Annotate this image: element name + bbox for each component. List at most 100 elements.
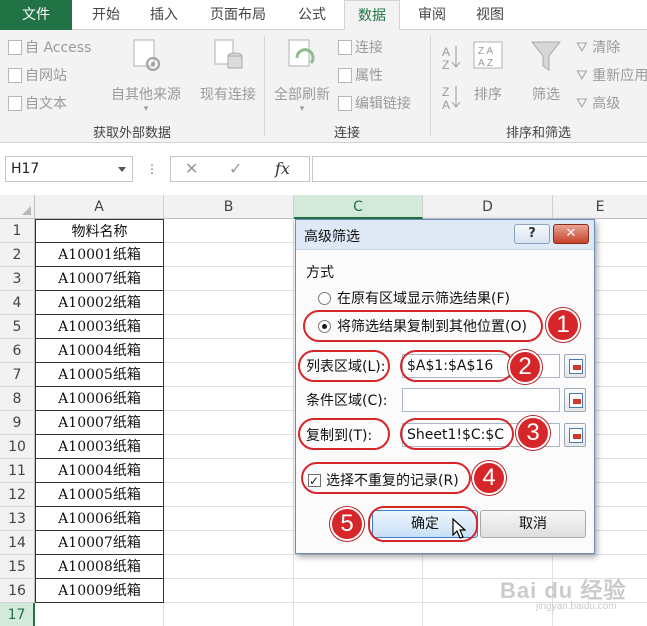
sort-az-icon[interactable]: A Z Z A [440,40,464,110]
row-header-4[interactable]: 4 [0,291,35,315]
tab-file[interactable]: 文件 [0,0,72,30]
formula-input[interactable] [312,156,647,182]
row-header-8[interactable]: 8 [0,387,35,411]
tab-data[interactable]: 数据 [344,0,400,31]
svg-text:Z A: Z A [478,46,493,57]
mode-section-label: 方式 [306,265,334,281]
properties-label: 属性 [355,68,383,84]
tab-page-layout[interactable]: 页面布局 [196,0,280,30]
sort-icon: Z A A Z [473,41,503,69]
cell-a4[interactable]: A10002纸箱 [35,291,164,315]
cell-a13[interactable]: A10006纸箱 [35,507,164,531]
radio-filter-in-place[interactable]: 在原有区域显示筛选结果(F) [318,288,510,310]
cancel-icon[interactable]: ✕ [185,159,198,178]
close-button[interactable]: ✕ [553,224,589,244]
svg-text:A: A [442,45,450,59]
advanced-filter-button[interactable]: ⛛ 高级 [576,94,620,114]
refresh-icon [288,39,315,67]
cell-a12[interactable]: A10005纸箱 [35,483,164,507]
cell-a2[interactable]: A10001纸箱 [35,243,164,267]
from-web-button[interactable]: 自网站 [8,66,67,86]
column-header-e[interactable]: E [553,195,647,219]
row-header-2[interactable]: 2 [0,243,35,267]
advanced-filter-icon: ⛛ [576,96,588,112]
criteria-range-input[interactable] [402,388,560,412]
annotation-highlight-2 [298,350,390,382]
row-header-14[interactable]: 14 [0,531,35,555]
reapply-filter-button[interactable]: ⛛ 重新应用 [576,66,647,86]
row-header-17[interactable]: 17 [0,603,35,626]
copy-to-collapse-icon[interactable] [564,423,586,447]
svg-text:Z: Z [442,85,449,99]
column-header-c[interactable]: C [294,195,423,219]
annotation-badge-2: 2 [508,350,542,384]
row-header-9[interactable]: 9 [0,411,35,435]
filter-button[interactable]: 筛选 [526,38,566,104]
column-header-b[interactable]: B [164,195,294,219]
row-header-15[interactable]: 15 [0,555,35,579]
tab-view[interactable]: 视图 [462,0,518,30]
tab-review[interactable]: 审阅 [404,0,460,30]
row-header-11[interactable]: 11 [0,459,35,483]
row-header-5[interactable]: 5 [0,315,35,339]
row-header-6[interactable]: 6 [0,339,35,363]
existing-connections-button[interactable]: 现有连接 [196,38,260,104]
refresh-all-label: 全部刷新 [274,87,330,103]
row-header-1[interactable]: 1 [0,219,35,243]
row-header-10[interactable]: 10 [0,435,35,459]
cell-a7[interactable]: A10005纸箱 [35,363,164,387]
row-header-13[interactable]: 13 [0,507,35,531]
annotation-highlight-2b [400,350,514,382]
cancel-button[interactable]: 取消 [480,510,586,538]
select-all-button[interactable] [0,195,35,219]
properties-button[interactable]: 属性 [338,66,383,86]
from-other-sources-button[interactable]: 自其他来源 ▾ [106,38,186,114]
cell-a14[interactable]: A10007纸箱 [35,531,164,555]
row-header-7[interactable]: 7 [0,363,35,387]
from-access-button[interactable]: 自 Access [8,38,91,58]
criteria-range-collapse-icon[interactable] [564,388,586,412]
other-sources-icon [133,39,160,71]
database-icon [214,39,243,69]
cell-a3[interactable]: A10007纸箱 [35,267,164,291]
annotation-badge-3: 3 [516,416,550,450]
column-header-a[interactable]: A [35,195,164,219]
radio-icon[interactable] [318,292,331,305]
annotation-highlight-3b [400,418,514,450]
advanced-filter-dialog: 高级筛选 ? ✕ 方式 在原有区域显示筛选结果(F) 将筛选结果复制到其他位置(… [295,219,595,554]
refresh-all-button[interactable]: 全部刷新 ▾ [270,38,334,114]
chevron-down-icon[interactable] [118,167,126,172]
list-range-collapse-icon[interactable] [564,354,586,378]
tab-formulas[interactable]: 公式 [284,0,340,30]
cell-a9[interactable]: A10007纸箱 [35,411,164,435]
enter-icon[interactable]: ✓ [229,159,242,178]
cell-a16[interactable]: A10009纸箱 [35,579,164,603]
sort-button[interactable]: Z A A Z 排序 [468,38,508,104]
name-box[interactable]: H17 [5,156,133,182]
cell-a11[interactable]: A10004纸箱 [35,459,164,483]
cell-a5[interactable]: A10003纸箱 [35,315,164,339]
row-header-16[interactable]: 16 [0,579,35,603]
row-header-12[interactable]: 12 [0,483,35,507]
annotation-highlight-1 [303,310,543,342]
cell-a8[interactable]: A10006纸箱 [35,387,164,411]
formula-buttons: ✕ ✓ fx [170,156,310,182]
access-icon [8,40,22,55]
cell-a15[interactable]: A10008纸箱 [35,555,164,579]
formula-bar-grip-icon: ⋮ [146,162,158,176]
clear-filter-button[interactable]: ⛛ 清除 [576,38,620,58]
row-header-3[interactable]: 3 [0,267,35,291]
insert-function-icon[interactable]: fx [275,159,290,178]
connections-button[interactable]: 连接 [338,38,383,58]
header-cell-a1[interactable]: 物料名称 [35,219,164,243]
from-text-button[interactable]: 自文本 [8,94,67,114]
cell-a10[interactable]: A10003纸箱 [35,435,164,459]
tab-insert[interactable]: 插入 [136,0,192,30]
cell-a6[interactable]: A10004纸箱 [35,339,164,363]
help-button[interactable]: ? [514,224,550,244]
edit-links-button[interactable]: 编辑链接 [338,94,411,114]
column-header-d[interactable]: D [423,195,553,219]
ribbon-body: 自 Access 自网站 自文本 自其他来源 ▾ 现有连接 获取外部数据 全部刷… [0,30,647,143]
tab-home[interactable]: 开始 [78,0,134,30]
dialog-titlebar[interactable]: 高级筛选 ? ✕ [296,220,594,250]
